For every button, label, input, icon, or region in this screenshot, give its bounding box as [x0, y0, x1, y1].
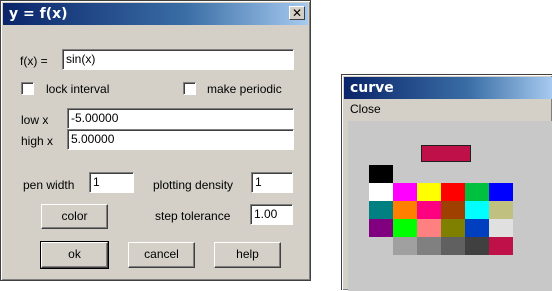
pen-width-label: pen width [23, 178, 75, 192]
fx-label: f(x) = [20, 54, 48, 68]
curve-title: curve [350, 80, 394, 96]
make-periodic-checkbox[interactable] [183, 82, 196, 95]
color-swatch[interactable] [489, 183, 513, 201]
color-swatch[interactable] [441, 183, 465, 201]
color-swatch[interactable] [393, 237, 417, 255]
low-x-label: low x [21, 113, 49, 127]
menu-close[interactable]: Close [350, 102, 381, 116]
color-swatch[interactable] [393, 183, 417, 201]
color-swatch[interactable] [369, 165, 393, 183]
color-swatch[interactable] [369, 219, 393, 237]
curve-titlebar[interactable]: curve [344, 77, 552, 99]
color-swatch[interactable] [417, 219, 441, 237]
color-swatch[interactable] [369, 201, 393, 219]
color-swatch[interactable] [417, 201, 441, 219]
color-swatch[interactable] [489, 237, 513, 255]
plotting-density-label: plotting density [153, 178, 234, 192]
close-icon[interactable]: ✕ [289, 6, 305, 20]
high-x-label: high x [21, 134, 54, 148]
make-periodic-label: make periodic [207, 82, 282, 96]
low-x-input[interactable]: -5.00000 [67, 108, 294, 129]
fx-input[interactable]: sin(x) [62, 49, 294, 70]
curve-menubar: Close [344, 99, 550, 119]
plotting-density-input[interactable]: 1 [251, 172, 293, 193]
color-swatch[interactable] [465, 201, 489, 219]
color-swatch[interactable] [417, 237, 441, 255]
help-button[interactable]: help [214, 242, 281, 268]
color-swatch[interactable] [441, 219, 465, 237]
pen-width-input[interactable]: 1 [89, 172, 134, 193]
function-dialog: y = f(x) ✕ f(x) = sin(x) lock interval m… [0, 0, 311, 281]
dialog-titlebar[interactable]: y = f(x) ✕ [3, 3, 308, 25]
color-swatch[interactable] [417, 183, 441, 201]
color-swatch[interactable] [393, 201, 417, 219]
color-swatch[interactable] [465, 237, 489, 255]
lock-interval-label: lock interval [46, 82, 110, 96]
color-swatch[interactable] [489, 219, 513, 237]
color-swatch[interactable] [393, 219, 417, 237]
dialog-title: y = f(x) [9, 6, 68, 22]
step-tolerance-input[interactable]: 1.00 [250, 204, 293, 225]
color-swatch[interactable] [441, 201, 465, 219]
selected-color-swatch [421, 145, 471, 162]
step-tolerance-label: step tolerance [155, 209, 231, 223]
color-swatch[interactable] [441, 237, 465, 255]
ok-button[interactable]: ok [40, 241, 109, 269]
color-swatch[interactable] [369, 183, 393, 201]
high-x-input[interactable]: 5.00000 [67, 129, 294, 150]
lock-interval-checkbox[interactable] [21, 82, 34, 95]
color-swatch[interactable] [465, 219, 489, 237]
curve-window: curve Close [341, 74, 552, 291]
color-swatch[interactable] [465, 183, 489, 201]
cancel-button[interactable]: cancel [128, 242, 195, 268]
color-button[interactable]: color [41, 204, 108, 229]
color-swatch[interactable] [489, 201, 513, 219]
